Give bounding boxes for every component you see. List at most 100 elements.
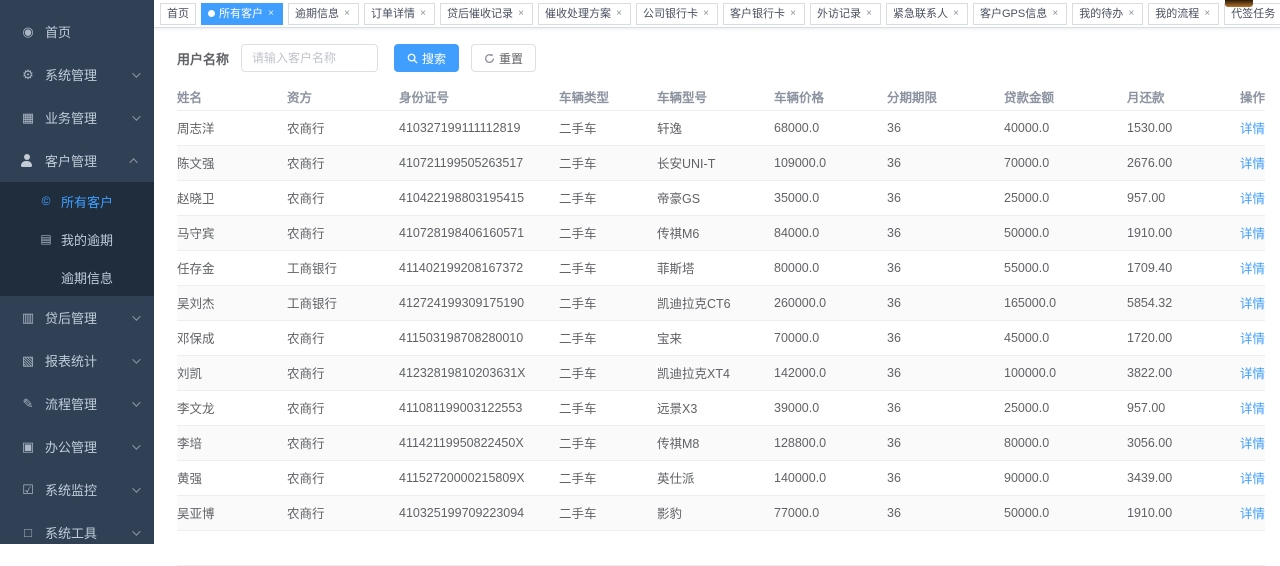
tab-7[interactable]: 客户银行卡×: [723, 3, 805, 25]
cell-loan_amount: 40000.0: [1004, 110, 1127, 145]
cell-loan_amount: 25000.0: [1004, 390, 1127, 425]
cell-vehicle_price: 140000.0: [774, 460, 887, 495]
active-tab-dot: [208, 10, 215, 17]
sidebar-item-5[interactable]: ▧报表统计: [0, 339, 154, 382]
detail-link[interactable]: 详情: [1240, 192, 1265, 206]
sidebar-item-6[interactable]: ✎流程管理: [0, 382, 154, 425]
close-icon[interactable]: ×: [864, 4, 874, 24]
cell-vehicle_price: 80000.0: [774, 250, 887, 285]
dashboard-icon: ◉: [20, 24, 36, 40]
tab-2[interactable]: 逾期信息×: [288, 3, 359, 25]
detail-link[interactable]: 详情: [1240, 227, 1265, 241]
avatar-fragment: [1225, 0, 1253, 7]
tab-11[interactable]: 我的待办×: [1072, 3, 1143, 25]
tab-4[interactable]: 贷后催收记录×: [440, 3, 533, 25]
table-row: 李文龙农商行411081199003122553二手车远景X339000.036…: [177, 390, 1265, 425]
cell-vehicle_price: 77000.0: [774, 495, 887, 530]
cell-name: 吴刘杰: [177, 285, 287, 320]
tab-0[interactable]: 首页: [160, 3, 196, 25]
tab-8[interactable]: 外访记录×: [810, 3, 881, 25]
tab-label: 首页: [167, 4, 189, 24]
cell-action: 详情: [1237, 285, 1265, 320]
sidebar-subitem-1[interactable]: ▤我的逾期: [0, 220, 154, 258]
detail-link[interactable]: 详情: [1240, 157, 1265, 171]
search-label: 用户名称: [177, 49, 229, 68]
reset-button[interactable]: 重置: [471, 44, 536, 72]
cell-action: 详情: [1237, 425, 1265, 460]
cell-term: 36: [887, 390, 1004, 425]
sidebar-item-4[interactable]: ▥贷后管理: [0, 296, 154, 339]
search-button-label: 搜索: [422, 50, 446, 67]
cell-partial: [1127, 530, 1237, 565]
cell-funder: 农商行: [287, 495, 399, 530]
close-icon[interactable]: ×: [951, 4, 961, 24]
sidebar-item-0[interactable]: ◉首页: [0, 10, 154, 53]
detail-link[interactable]: 详情: [1240, 472, 1265, 486]
close-icon[interactable]: ×: [1202, 4, 1212, 24]
close-icon[interactable]: ×: [1050, 4, 1060, 24]
detail-link[interactable]: 详情: [1240, 367, 1265, 381]
close-icon[interactable]: ×: [701, 4, 711, 24]
detail-link[interactable]: 详情: [1240, 332, 1265, 346]
tab-10[interactable]: 客户GPS信息×: [973, 3, 1067, 25]
tab-5[interactable]: 催收处理方案×: [538, 3, 631, 25]
close-icon[interactable]: ×: [418, 4, 428, 24]
cell-monthly_payment: 3439.00: [1127, 460, 1237, 495]
close-icon[interactable]: ×: [516, 4, 526, 24]
sidebar-item-3[interactable]: 客户管理: [0, 139, 154, 182]
sidebar-item-label: 办公管理: [45, 437, 132, 456]
close-icon[interactable]: ×: [266, 4, 276, 24]
cell-vehicle_type: 二手车: [559, 110, 657, 145]
cell-id_number: 410721199505263517: [399, 145, 559, 180]
cell-vehicle_type: 二手车: [559, 390, 657, 425]
search-input[interactable]: [241, 44, 378, 72]
table-header-row: 姓名资方身份证号车辆类型车辆型号车辆价格分期期限贷款金额月还款操作: [177, 83, 1265, 110]
cell-monthly_payment: 1910.00: [1127, 215, 1237, 250]
tab-label: 客户银行卡: [730, 4, 785, 24]
tab-12[interactable]: 我的流程×: [1148, 3, 1219, 25]
detail-link[interactable]: 详情: [1240, 122, 1265, 136]
close-icon[interactable]: ×: [614, 4, 624, 24]
detail-link[interactable]: 详情: [1240, 437, 1265, 451]
cell-term: 36: [887, 180, 1004, 215]
sidebar-item-8[interactable]: ☑系统监控: [0, 468, 154, 511]
toolbox-icon: □: [20, 525, 36, 540]
sidebar-item-7[interactable]: ▣办公管理: [0, 425, 154, 468]
cell-action: 详情: [1237, 215, 1265, 250]
cell-term: 36: [887, 110, 1004, 145]
cell-funder: 农商行: [287, 215, 399, 250]
tab-9[interactable]: 紧急联系人×: [886, 3, 968, 25]
column-header-vehicle_model: 车辆型号: [657, 83, 774, 110]
search-button[interactable]: 搜索: [394, 44, 459, 72]
close-icon[interactable]: ×: [342, 4, 352, 24]
cell-loan_amount: 25000.0: [1004, 180, 1127, 215]
tab-3[interactable]: 订单详情×: [364, 3, 435, 25]
sidebar-item-1[interactable]: ⚙系统管理: [0, 53, 154, 96]
chevron-down-icon: [132, 527, 140, 535]
cell-action: 详情: [1237, 250, 1265, 285]
cell-vehicle_model: 凯迪拉克CT6: [657, 285, 774, 320]
cell-name: 黄强: [177, 460, 287, 495]
column-header-action: 操作: [1237, 83, 1265, 110]
table-row: 邓保成农商行411503198708280010二手车宝来70000.03645…: [177, 320, 1265, 355]
sidebar-subitem-2[interactable]: 逾期信息: [0, 258, 154, 296]
detail-link[interactable]: 详情: [1240, 262, 1265, 276]
sidebar-item-2[interactable]: ▦业务管理: [0, 96, 154, 139]
tab-6[interactable]: 公司银行卡×: [636, 3, 718, 25]
detail-link[interactable]: 详情: [1240, 297, 1265, 311]
tab-1[interactable]: 所有客户×: [201, 3, 283, 25]
cell-term: 36: [887, 495, 1004, 530]
tab-label: 公司银行卡: [643, 4, 698, 24]
close-icon[interactable]: ×: [788, 4, 798, 24]
cell-monthly_payment: 2676.00: [1127, 145, 1237, 180]
sidebar-item-label: 系统监控: [45, 480, 132, 499]
sidebar-subitem-0[interactable]: ©所有客户: [0, 182, 154, 220]
detail-link[interactable]: 详情: [1240, 402, 1265, 416]
detail-link[interactable]: 详情: [1240, 507, 1265, 521]
tab-label: 紧急联系人: [893, 4, 948, 24]
cell-loan_amount: 50000.0: [1004, 215, 1127, 250]
cell-vehicle_price: 84000.0: [774, 215, 887, 250]
sidebar-item-9[interactable]: □系统工具: [0, 511, 154, 554]
cell-vehicle_type: 二手车: [559, 145, 657, 180]
close-icon[interactable]: ×: [1126, 4, 1136, 24]
